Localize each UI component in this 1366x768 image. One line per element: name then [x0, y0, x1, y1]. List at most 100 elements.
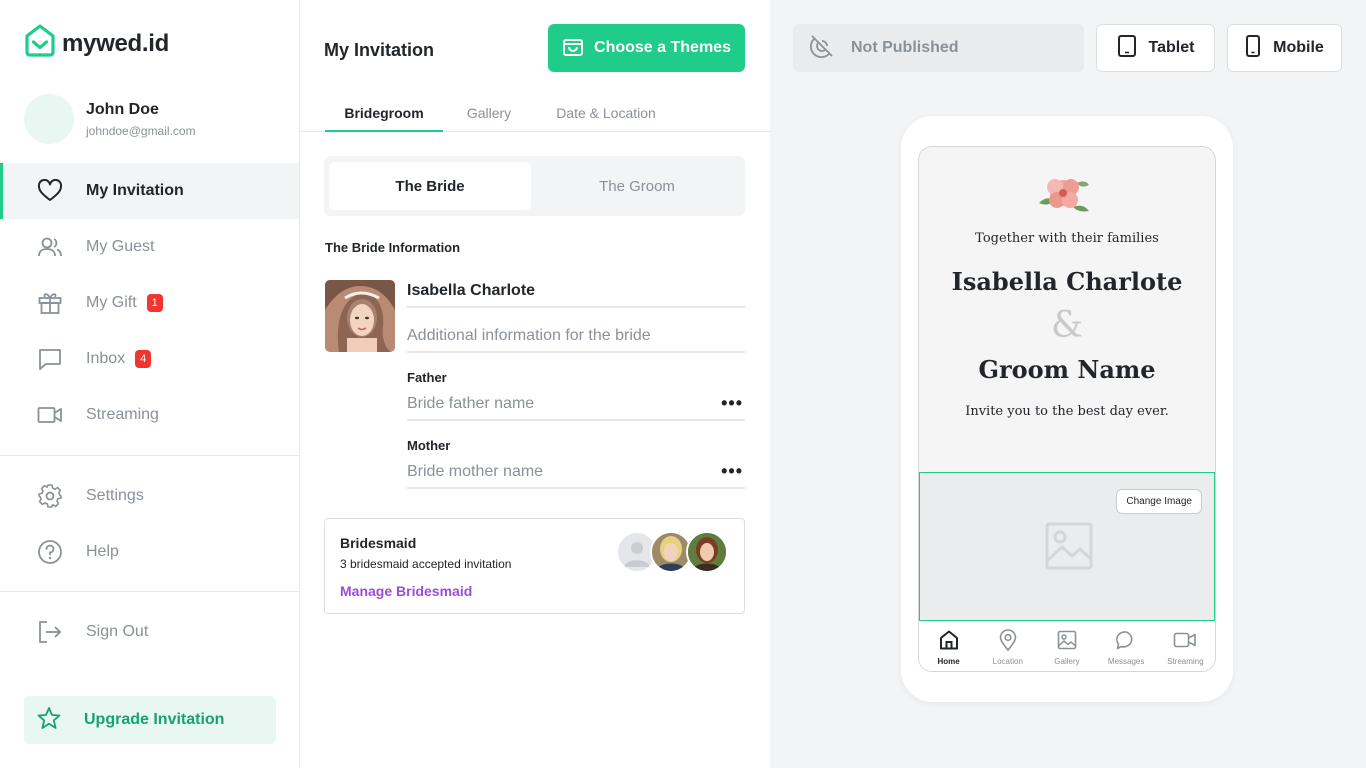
sidebar: mywed.id John Doe johndoe@gmail.com My I…: [0, 0, 300, 768]
tablet-label: Tablet: [1148, 39, 1195, 56]
cover-image-area[interactable]: Change Image: [919, 472, 1215, 621]
help-icon: [36, 538, 64, 566]
mother-label: Mother: [407, 438, 451, 453]
message-icon: [36, 345, 64, 373]
shopping-bag-icon: [562, 35, 584, 62]
invitation-editor: My Invitation Choose a Themes Bridegroom…: [300, 0, 770, 768]
invitation-tagline: Invite you to the best day ever.: [965, 404, 1169, 419]
father-name-field[interactable]: Bride father name •••: [407, 388, 745, 421]
sidebar-item-label: My Guest: [86, 238, 155, 255]
upgrade-invitation-button[interactable]: Upgrade Invitation: [24, 696, 276, 744]
additional-info-field[interactable]: Additional information for the bride: [407, 320, 745, 353]
bridesmaid-subtitle: 3 bridesmaid accepted invitation: [340, 557, 512, 571]
nav-streaming-label: Streaming: [1167, 657, 1204, 666]
nav-home[interactable]: Home: [920, 621, 978, 671]
mother-name-placeholder: Bride mother name: [407, 462, 544, 480]
home-icon: [938, 629, 960, 653]
invitation-preview-panel: Not Published Tablet Mobile Together wit…: [770, 0, 1366, 768]
bridesmaid-avatar: [686, 531, 728, 573]
invitation-bottom-nav: Home Location Gallery Messages Streaming: [919, 621, 1215, 671]
sidebar-item-streaming[interactable]: Streaming: [0, 387, 299, 443]
phone-frame: Together with their families Isabella Ch…: [901, 116, 1233, 702]
nav-home-label: Home: [937, 657, 960, 666]
sidebar-divider: [0, 455, 299, 456]
video-icon: [1173, 629, 1197, 653]
mother-name-field[interactable]: Bride mother name •••: [407, 456, 745, 489]
bride-name-value: Isabella Charlote: [407, 282, 536, 299]
chat-bubble-icon: [1115, 629, 1137, 653]
heart-icon: [36, 177, 64, 205]
tablet-view-button[interactable]: Tablet: [1096, 24, 1215, 72]
sidebar-divider: [0, 591, 299, 592]
tab-gallery[interactable]: Gallery: [458, 96, 520, 132]
sidebar-item-label: Settings: [86, 487, 144, 504]
bride-groom-switch: The Bride The Groom: [324, 156, 745, 216]
gear-icon: [36, 482, 64, 510]
sidebar-item-my-guest[interactable]: My Guest: [0, 219, 299, 275]
user-profile[interactable]: John Doe johndoe@gmail.com: [24, 94, 196, 144]
tablet-icon: [1117, 34, 1137, 63]
sign-out-button[interactable]: Sign Out: [0, 604, 299, 660]
mobile-icon: [1245, 34, 1261, 63]
mobile-label: Mobile: [1273, 39, 1324, 56]
mobile-view-button[interactable]: Mobile: [1227, 24, 1342, 72]
gallery-icon: [1056, 629, 1078, 653]
invitation-bride-name: Isabella Charlote: [951, 267, 1183, 296]
bridesmaid-card: Bridesmaid 3 bridesmaid accepted invitat…: [324, 518, 745, 614]
invitation-groom-name: Groom Name: [978, 355, 1156, 384]
bride-name-field[interactable]: Isabella Charlote: [407, 276, 745, 308]
logo[interactable]: mywed.id: [24, 24, 169, 63]
invitation-intro: Together with their families: [975, 231, 1159, 246]
logout-icon: [36, 618, 64, 646]
logo-icon: [24, 24, 56, 63]
user-email: johndoe@gmail.com: [86, 123, 196, 138]
users-icon: [36, 233, 64, 261]
editor-tabs: Bridegroom Gallery Date & Location: [300, 96, 770, 132]
sidebar-item-my-gift[interactable]: My Gift 1: [0, 275, 299, 331]
star-icon: [36, 706, 62, 735]
the-bride-button[interactable]: The Bride: [329, 162, 531, 210]
publish-status: Not Published: [793, 24, 1084, 72]
sidebar-item-help[interactable]: Help: [0, 524, 299, 580]
inbox-count-badge: 4: [135, 350, 152, 368]
sidebar-item-settings[interactable]: Settings: [0, 468, 299, 524]
sidebar-item-inbox[interactable]: Inbox 4: [0, 331, 299, 387]
sidebar-item-label: Streaming: [86, 406, 159, 423]
phone-screen: Together with their families Isabella Ch…: [918, 146, 1216, 672]
nav-location[interactable]: Location: [979, 621, 1037, 671]
gift-count-badge: 1: [146, 294, 163, 312]
nav-messages-label: Messages: [1107, 657, 1145, 666]
nav-location-label: Location: [992, 657, 1023, 666]
sidebar-item-my-invitation[interactable]: My Invitation: [0, 163, 299, 219]
manage-bridesmaid-link[interactable]: Manage Bridesmaid: [340, 583, 472, 599]
section-title: The Bride Information: [325, 240, 461, 255]
sidebar-secondary-nav: Settings Help: [0, 468, 299, 580]
father-more-options-button[interactable]: •••: [721, 393, 745, 414]
location-pin-icon: [997, 629, 1019, 653]
bride-photo[interactable]: [325, 280, 395, 352]
sidebar-item-label: My Invitation: [86, 182, 184, 199]
father-label: Father: [407, 370, 447, 385]
the-groom-button[interactable]: The Groom: [536, 162, 738, 210]
sidebar-item-label: Help: [86, 543, 119, 560]
logo-text: mywed.id: [62, 29, 169, 57]
choose-theme-label: Choose a Themes: [594, 39, 731, 56]
choose-theme-button[interactable]: Choose a Themes: [548, 24, 745, 72]
change-image-button[interactable]: Change Image: [1116, 489, 1202, 514]
page-title: My Invitation: [324, 40, 435, 60]
image-placeholder-icon: [1044, 521, 1094, 576]
sidebar-item-label: My Gift: [86, 294, 137, 311]
sidebar-item-label: Inbox: [86, 350, 126, 367]
additional-info-placeholder: Additional information for the bride: [407, 326, 651, 344]
tab-bridegroom[interactable]: Bridegroom: [325, 96, 443, 132]
sign-out-label: Sign Out: [86, 623, 149, 640]
father-name-placeholder: Bride father name: [407, 394, 535, 412]
sidebar-nav: My Invitation My Guest My Gift 1 Inbox 4: [0, 163, 299, 443]
broadcast-off-icon: [809, 33, 835, 64]
nav-messages[interactable]: Messages: [1097, 621, 1155, 671]
mother-more-options-button[interactable]: •••: [721, 461, 745, 482]
tab-date-location[interactable]: Date & Location: [550, 96, 662, 132]
nav-gallery[interactable]: Gallery: [1038, 621, 1096, 671]
nav-gallery-label: Gallery: [1054, 657, 1080, 666]
nav-streaming[interactable]: Streaming: [1156, 621, 1214, 671]
